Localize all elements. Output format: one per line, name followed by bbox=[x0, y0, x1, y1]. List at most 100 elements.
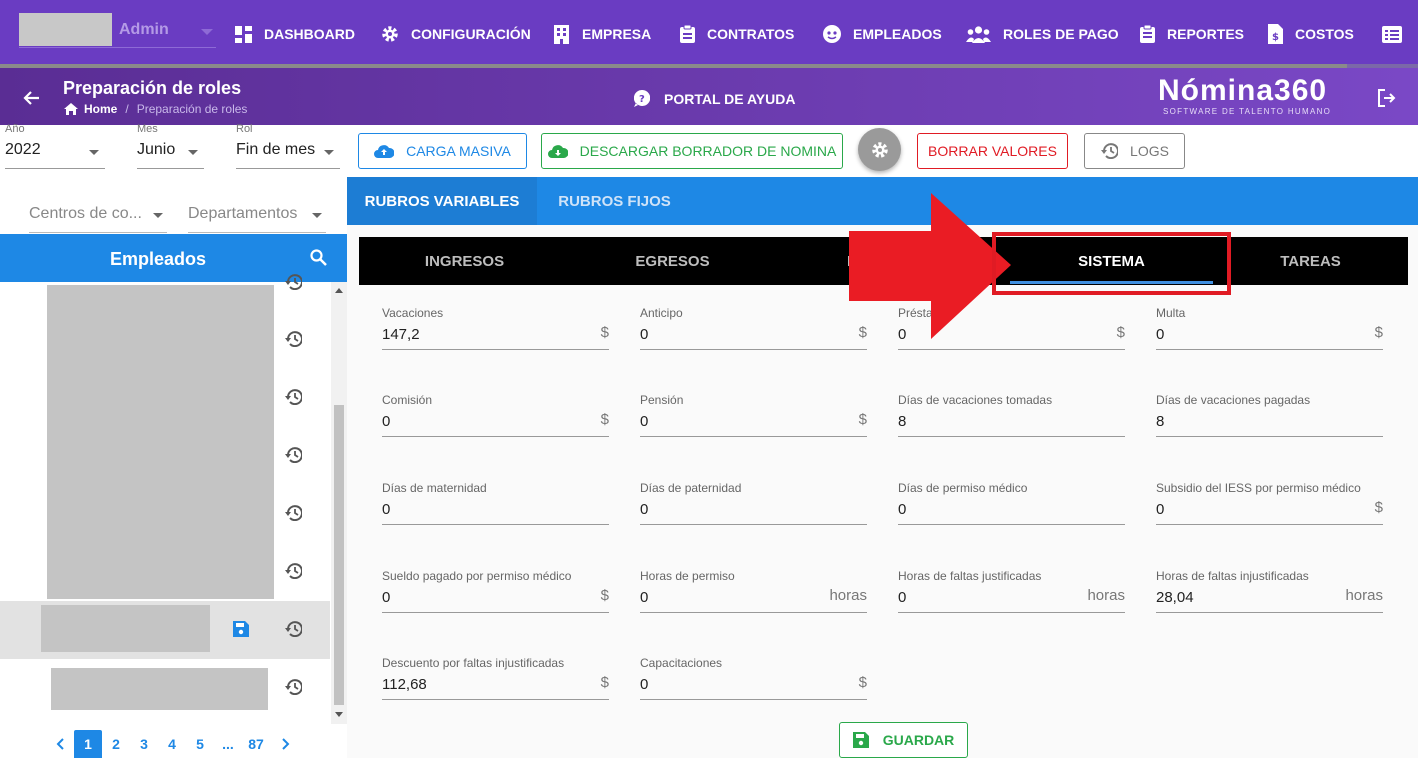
pagination-page[interactable]: 1 bbox=[74, 730, 102, 758]
download-draft-button[interactable]: DESCARGAR BORRADOR DE NOMINA bbox=[541, 133, 843, 169]
nav-label: CONFIGURACIÓN bbox=[411, 26, 531, 42]
pagination-page[interactable]: 3 bbox=[134, 730, 154, 758]
field-label: Días de paternidad bbox=[640, 481, 742, 495]
history-icon[interactable] bbox=[284, 505, 302, 521]
user-role-label[interactable]: Admin bbox=[119, 21, 169, 39]
field-suffix: $ bbox=[1374, 324, 1383, 341]
history-icon[interactable] bbox=[284, 621, 302, 637]
breadcrumb-separator: / bbox=[125, 102, 129, 116]
save-icon[interactable] bbox=[233, 621, 249, 637]
scroll-up-arrow[interactable] bbox=[335, 288, 343, 293]
tab-ingresos[interactable]: INGRESOS bbox=[359, 237, 570, 285]
month-value: Junio bbox=[137, 141, 176, 158]
back-arrow-icon[interactable] bbox=[22, 89, 40, 107]
cost-center-select[interactable]: Centros de co... bbox=[29, 205, 167, 233]
history-icon[interactable] bbox=[284, 274, 302, 290]
field-horas-faltas-injustificadas[interactable]: Horas de faltas injustificadas 28,04 horas bbox=[1156, 569, 1383, 613]
search-icon[interactable] bbox=[310, 249, 327, 266]
field-label: Horas de faltas justificadas bbox=[898, 569, 1042, 583]
history-icon[interactable] bbox=[284, 679, 302, 695]
field-pension[interactable]: Pensión 0 $ bbox=[640, 393, 867, 437]
field-sueldo-permiso-medico[interactable]: Sueldo pagado por permiso médico 0 $ bbox=[382, 569, 609, 613]
scrollbar-thumb[interactable] bbox=[334, 405, 344, 705]
history-icon[interactable] bbox=[284, 331, 302, 347]
field-suffix: $ bbox=[1116, 324, 1125, 341]
field-dias-paternidad[interactable]: Días de paternidad 0 bbox=[640, 481, 867, 525]
save-button[interactable]: GUARDAR bbox=[839, 722, 968, 758]
year-select[interactable]: Año 2022 bbox=[5, 123, 105, 169]
pagination-page[interactable]: 5 bbox=[190, 730, 210, 758]
department-placeholder: Departamentos bbox=[188, 205, 298, 222]
user-avatar-redacted[interactable] bbox=[19, 13, 112, 46]
field-dias-vacaciones-pagadas[interactable]: Días de vacaciones pagadas 8 bbox=[1156, 393, 1383, 437]
history-icon[interactable] bbox=[284, 447, 302, 463]
help-portal-link[interactable]: ? PORTAL DE AYUDA bbox=[634, 90, 795, 107]
pagination-page[interactable]: 87 bbox=[244, 730, 268, 758]
tab-rubros-fijos[interactable]: RUBROS FIJOS bbox=[537, 177, 692, 225]
field-suffix: horas bbox=[829, 587, 867, 604]
cloud-upload-icon bbox=[374, 144, 395, 158]
bulk-upload-button[interactable]: CARGA MASIVA bbox=[358, 133, 527, 169]
year-label: Año bbox=[5, 123, 25, 135]
nav-dashboard[interactable]: DASHBOARD bbox=[235, 22, 355, 46]
field-vacaciones[interactable]: Vacaciones 147,2 $ bbox=[382, 306, 609, 350]
history-icon[interactable] bbox=[284, 563, 302, 579]
home-icon[interactable] bbox=[64, 103, 78, 115]
role-select[interactable]: Rol Fin de mes bbox=[236, 123, 340, 169]
field-value: 0 bbox=[640, 676, 649, 693]
tab-rubros-variables[interactable]: RUBROS VARIABLES bbox=[347, 177, 537, 225]
employee-list-scrollbar[interactable] bbox=[331, 282, 347, 724]
pagination-next[interactable] bbox=[278, 730, 294, 758]
field-suffix: horas bbox=[1087, 587, 1125, 604]
invoice-icon: $ bbox=[1268, 24, 1283, 44]
chevron-down-icon bbox=[312, 213, 322, 218]
month-select[interactable]: Mes Junio bbox=[137, 123, 204, 169]
field-horas-permiso[interactable]: Horas de permiso 0 horas bbox=[640, 569, 867, 613]
field-comision[interactable]: Comisión 0 $ bbox=[382, 393, 609, 437]
chevron-down-icon bbox=[324, 150, 334, 155]
field-value: 0 bbox=[1156, 326, 1165, 343]
field-label: Días de vacaciones pagadas bbox=[1156, 393, 1311, 407]
nav-reportes[interactable]: REPORTES bbox=[1140, 22, 1244, 46]
field-value: 28,04 bbox=[1156, 589, 1194, 606]
field-dias-permiso-medico[interactable]: Días de permiso médico 0 bbox=[898, 481, 1125, 525]
department-select[interactable]: Departamentos bbox=[188, 205, 326, 233]
tab-tareas[interactable]: TAREAS bbox=[1213, 237, 1408, 285]
nav-label: CONTRATOS bbox=[707, 26, 795, 42]
field-anticipo[interactable]: Anticipo 0 $ bbox=[640, 306, 867, 350]
field-dias-vacaciones-tomadas[interactable]: Días de vacaciones tomadas 8 bbox=[898, 393, 1125, 437]
logs-button[interactable]: LOGS bbox=[1084, 133, 1185, 169]
nav-costos[interactable]: $ COSTOS bbox=[1268, 22, 1354, 46]
breadcrumb-home[interactable]: Home bbox=[84, 102, 117, 116]
nav-empleados[interactable]: EMPLEADOS bbox=[823, 22, 942, 46]
history-icon[interactable] bbox=[284, 389, 302, 405]
field-subsidio-iess[interactable]: Subsidio del IESS por permiso médico 0 $ bbox=[1156, 481, 1383, 525]
logout-icon[interactable] bbox=[1378, 89, 1396, 107]
nav-contratos[interactable]: CONTRATOS bbox=[680, 22, 794, 46]
download-draft-label: DESCARGAR BORRADOR DE NOMINA bbox=[579, 143, 837, 159]
field-label: Comisión bbox=[382, 393, 433, 407]
tab-egresos[interactable]: EGRESOS bbox=[570, 237, 775, 285]
scroll-down-arrow[interactable] bbox=[335, 712, 343, 717]
nav-configuracion[interactable]: CONFIGURACIÓN bbox=[381, 22, 531, 46]
nav-empresa[interactable]: EMPRESA bbox=[553, 22, 651, 46]
field-suffix: $ bbox=[858, 674, 867, 691]
pagination-prev[interactable] bbox=[52, 730, 68, 758]
pagination-page[interactable]: 2 bbox=[106, 730, 126, 758]
field-dias-maternidad[interactable]: Días de maternidad 0 bbox=[382, 481, 609, 525]
nav-roles-de-pago[interactable]: ROLES DE PAGO bbox=[966, 22, 1119, 46]
field-capacitaciones[interactable]: Capacitaciones 0 $ bbox=[640, 656, 867, 700]
pagination-page[interactable]: 4 bbox=[162, 730, 182, 758]
field-horas-faltas-justificadas[interactable]: Horas de faltas justificadas 0 horas bbox=[898, 569, 1125, 613]
field-multa[interactable]: Multa 0 $ bbox=[1156, 306, 1383, 350]
field-value: 0 bbox=[640, 589, 649, 606]
nav-more[interactable] bbox=[1382, 22, 1402, 46]
chevron-down-icon[interactable] bbox=[201, 29, 213, 35]
field-descuento-faltas[interactable]: Descuento por faltas injustificadas 112,6… bbox=[382, 656, 609, 700]
field-value: 0 bbox=[640, 413, 649, 430]
save-label: GUARDAR bbox=[882, 732, 955, 748]
clear-values-button[interactable]: BORRAR VALORES bbox=[917, 133, 1068, 169]
settings-fab-button[interactable] bbox=[858, 128, 901, 171]
list-item-selected[interactable] bbox=[0, 601, 330, 659]
field-label: Horas de faltas injustificadas bbox=[1156, 569, 1309, 583]
